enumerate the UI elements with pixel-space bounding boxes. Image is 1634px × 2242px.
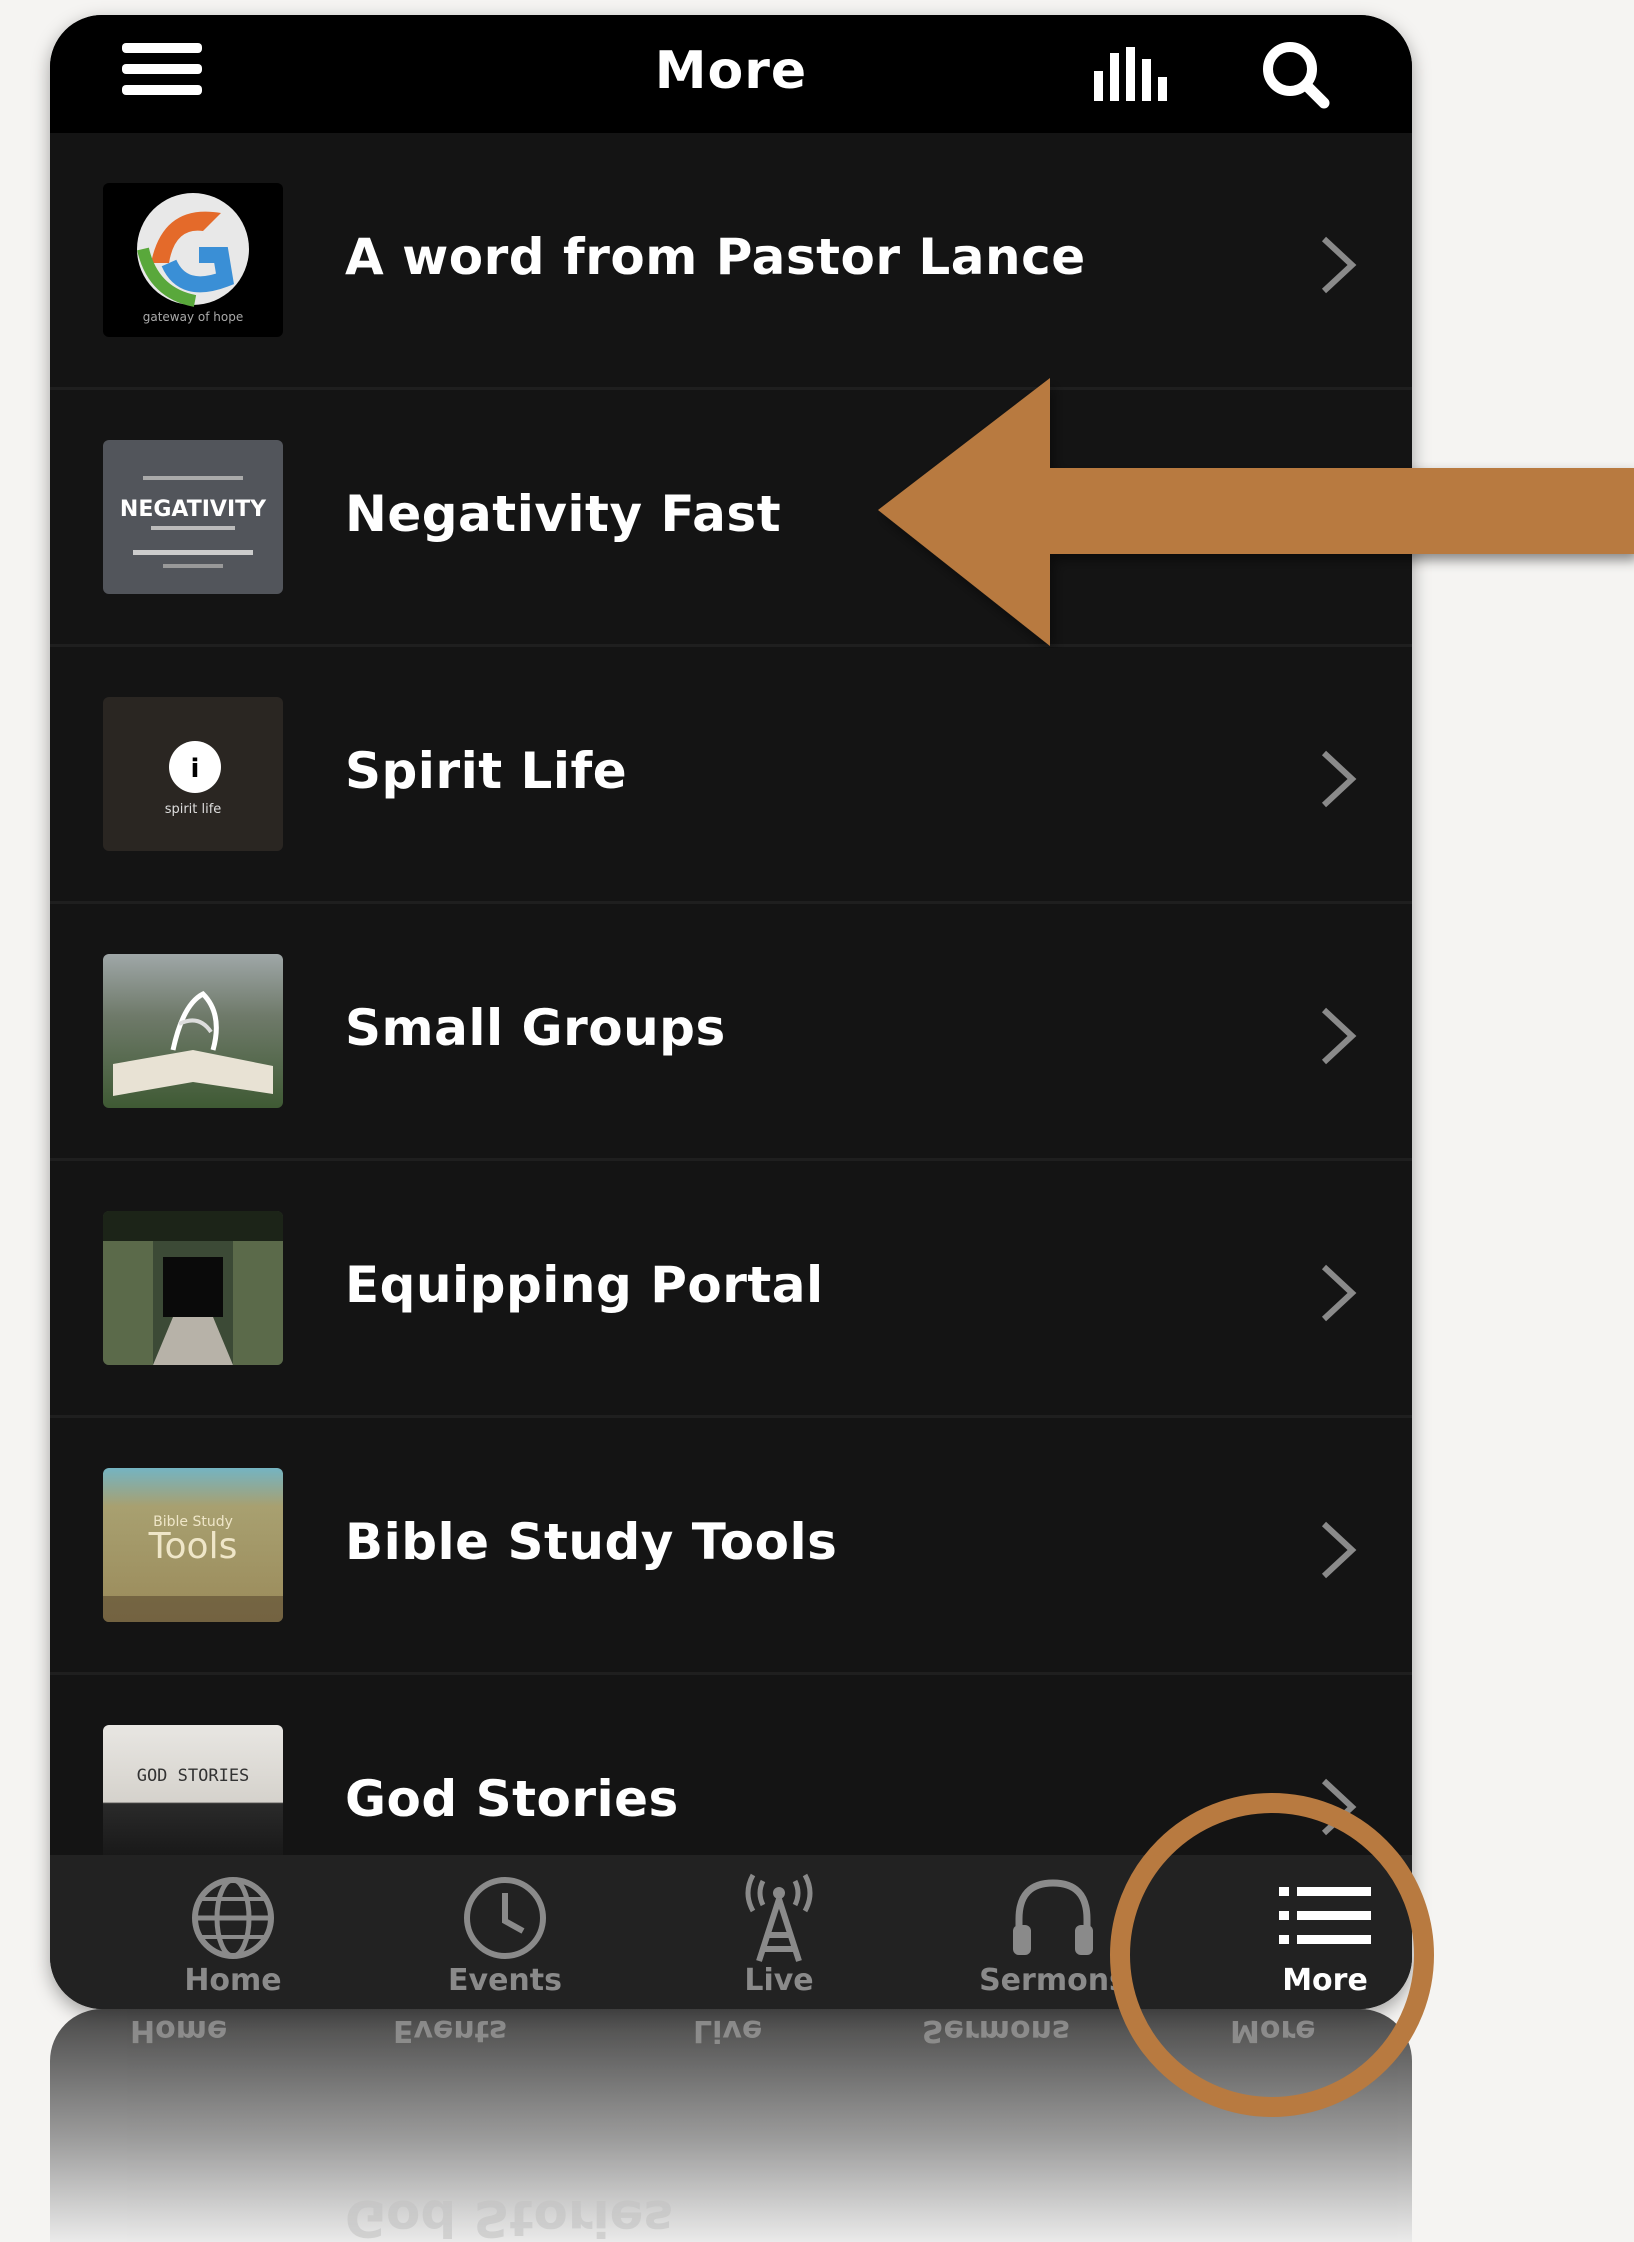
list-item-spirit-life[interactable]: i spirit life Spirit Life [50,647,1412,904]
page-title: More [654,41,808,101]
top-navigation-bar: More [50,15,1412,133]
svg-text:i: i [191,754,200,784]
reflection-title: God Stories [345,2189,674,2242]
list-item-label: Negativity Fast [345,485,782,543]
list-item-small-groups[interactable]: Small Groups [50,904,1412,1161]
headphones-icon [1013,1879,1093,1955]
list-item-label: Spirit Life [345,742,628,800]
list-item-label: A word from Pastor Lance [345,228,1086,286]
reflection-label: Sermons [922,2013,1070,2048]
list-item-bible-study-tools[interactable]: Bible Study Tools Bible Study Tools [50,1418,1412,1675]
spirit-life-thumbnail: i spirit life [103,697,283,851]
reflection-label: Live [693,2013,763,2048]
negativity-fast-thumbnail: NEGATIVITY [103,440,283,594]
antenna-icon [745,1873,813,1962]
tab-live[interactable]: Live [644,1855,914,2009]
callout-arrow-icon [878,378,1634,646]
chevron-right-icon [1321,1264,1357,1322]
small-groups-thumbnail [103,954,283,1108]
list-item-equipping-portal[interactable]: Equipping Portal [50,1161,1412,1418]
search-icon[interactable] [1256,35,1336,115]
clock-icon [464,1877,546,1959]
pastor-lance-thumb-caption: gateway of hope [143,310,243,324]
god-stories-thumb-title: GOD STORIES [137,1766,250,1786]
tab-label: Live [744,1963,814,1998]
spirit-life-thumb-caption: spirit life [165,802,222,817]
chevron-right-icon [1321,236,1357,294]
bible-study-tools-thumbnail: Bible Study Tools [103,1468,283,1622]
globe-icon [192,1877,274,1959]
now-playing-bars-icon[interactable] [1092,45,1182,105]
reflection-label: Home [130,2013,228,2048]
chevron-right-icon [1321,750,1357,808]
negativity-thumb-title: NEGATIVITY [120,497,267,522]
chevron-right-icon [1321,1521,1357,1579]
phone-screen: More gateway of hope A word from Pastor … [50,15,1412,2009]
highlight-circle [1110,1793,1434,2117]
list-item-label: God Stories [345,1770,679,1828]
pastor-lance-thumbnail: gateway of hope [103,183,283,337]
list-item-pastor-lance[interactable]: gateway of hope A word from Pastor Lance [50,133,1412,390]
list-item-label: Bible Study Tools [345,1513,838,1571]
tab-home[interactable]: Home [98,1855,368,2009]
equipping-portal-thumbnail [103,1211,283,1365]
tab-label: Events [448,1963,562,1998]
tab-label: Home [184,1963,282,1998]
tab-events[interactable]: Events [370,1855,640,2009]
bible-study-thumb-title: Tools [148,1526,238,1567]
chevron-right-icon [1321,1007,1357,1065]
list-item-label: Small Groups [345,999,726,1057]
list-item-label: Equipping Portal [345,1256,824,1314]
reflection-label: Events [393,2013,507,2048]
